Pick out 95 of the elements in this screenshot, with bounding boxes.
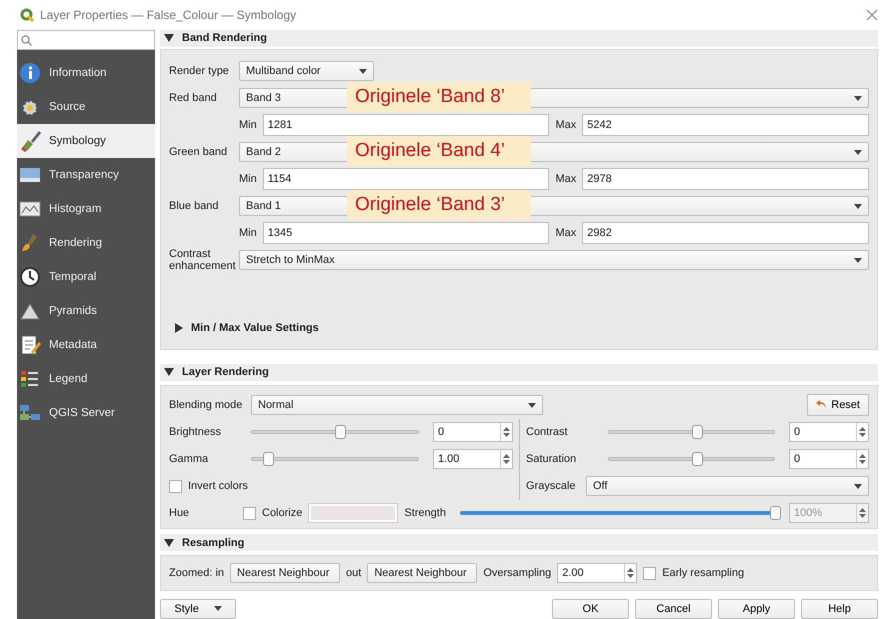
field-label: Strength	[404, 507, 446, 520]
spin-box[interactable]: 0	[433, 422, 513, 442]
min-field[interactable]: 1154	[262, 168, 550, 190]
caret-icon	[854, 484, 862, 489]
spin-box[interactable]: 0	[789, 449, 869, 470]
dialog-button[interactable]: Apply	[718, 598, 795, 619]
brush-icon	[21, 131, 41, 152]
collapse-arrow-icon[interactable]	[164, 34, 174, 42]
invert-colors-checkbox[interactable]: Invert colors	[169, 480, 248, 493]
info-icon	[20, 63, 40, 83]
contrast-dropdown[interactable]: Stretch to MinMax	[239, 250, 869, 270]
section-header[interactable]: Min / Max Value Settings	[175, 322, 869, 334]
dialog-button[interactable]: Cancel	[635, 598, 712, 619]
sidebar-item[interactable]: QGIS Server	[17, 396, 155, 430]
render-type-dropdown[interactable]: Multiband color	[239, 61, 374, 82]
legend-icon	[21, 371, 39, 387]
caret-icon	[214, 606, 222, 612]
search-field[interactable]	[17, 30, 155, 50]
field-label: Gamma	[169, 453, 210, 466]
field-label: Hue	[169, 507, 190, 520]
paintbrush-icon	[22, 234, 37, 251]
field-label: Blending mode	[169, 399, 244, 412]
sidebar-item[interactable]: Legend	[17, 362, 155, 396]
expand-arrow-icon[interactable]	[175, 322, 183, 333]
field-label: Grayscale	[526, 480, 577, 492]
early-resampling-checkbox[interactable]: Early resampling	[643, 566, 744, 580]
min-field[interactable]: 1345	[262, 222, 550, 244]
field-label: Red band	[169, 92, 218, 104]
field-label: Blue band	[169, 200, 220, 212]
style-button[interactable]: Style	[160, 598, 236, 619]
pyramid-icon	[20, 303, 40, 320]
section-header[interactable]: Layer Rendering	[160, 364, 878, 381]
field-label: Zoomed: in	[169, 567, 224, 580]
field-label: Min	[239, 119, 257, 132]
spin-box[interactable]: 0	[789, 422, 869, 442]
raster-layer-icon	[20, 168, 40, 182]
sidebar-item[interactable]: Pyramids	[17, 294, 155, 328]
caret-icon	[854, 150, 862, 155]
field-label: Render type	[169, 65, 230, 78]
dialog-button[interactable]: Help	[801, 598, 878, 619]
zoom-out-dropdown[interactable]: Nearest Neighbour	[367, 563, 478, 584]
sidebar-item[interactable]: Metadata	[17, 328, 155, 362]
window-title: Layer Properties — False_Colour — Symbology	[40, 8, 296, 22]
collapse-arrow-icon[interactable]	[164, 368, 174, 376]
dialog-button[interactable]: OK	[552, 598, 629, 619]
annotation-note: Originele ‘Band 4’	[347, 136, 531, 166]
annotation-note: Originele ‘Band 8’	[347, 82, 531, 112]
max-field[interactable]: 2978	[582, 168, 870, 190]
grayscale-dropdown[interactable]: Off	[586, 476, 869, 496]
caret-icon	[359, 68, 367, 74]
caret-icon	[854, 204, 862, 209]
blending-mode-dropdown[interactable]: Normal	[251, 395, 543, 416]
field-label: Max	[555, 173, 576, 186]
min-field[interactable]: 1281	[262, 114, 550, 136]
field-label: Min	[239, 173, 257, 186]
oversampling-spin-box[interactable]: 2.00	[557, 563, 638, 584]
app-logo-icon	[20, 8, 34, 22]
color-picker[interactable]	[308, 503, 398, 524]
server-icon	[20, 405, 40, 420]
field-label: Max	[555, 119, 576, 132]
section-header[interactable]: Band Rendering	[160, 30, 878, 47]
max-field[interactable]: 2982	[582, 222, 870, 244]
histogram-icon	[20, 202, 40, 216]
caret-icon	[528, 402, 536, 408]
field-label: out	[346, 567, 362, 580]
collapse-arrow-icon[interactable]	[164, 538, 174, 547]
spin-box[interactable]: 1.00	[433, 449, 513, 470]
sidebar-item[interactable]: Transparency	[17, 158, 155, 192]
field-label: Brightness	[169, 426, 222, 438]
gear-icon	[22, 100, 38, 116]
section-header[interactable]: Resampling	[160, 534, 878, 552]
zoom-in-dropdown[interactable]: Nearest Neighbour	[230, 563, 340, 584]
caret-icon	[854, 258, 862, 263]
field-label: Contrast	[526, 426, 569, 438]
field-label: Max	[555, 227, 576, 240]
undo-arrow-icon	[816, 400, 828, 410]
sidebar-item[interactable]: Histogram	[17, 192, 155, 226]
sidebar-item[interactable]: Symbology	[17, 124, 155, 158]
caret-icon	[854, 96, 862, 101]
sidebar-item[interactable]: Source	[17, 90, 155, 124]
max-field[interactable]: 5242	[582, 114, 870, 136]
annotation-note: Originele ‘Band 3’	[347, 190, 531, 220]
field-label: Oversampling	[483, 567, 552, 580]
field-label: Green band	[169, 146, 228, 158]
clock-icon	[20, 267, 40, 287]
field-label: Min	[239, 227, 257, 240]
search-icon	[21, 34, 32, 46]
document-icon	[22, 336, 41, 354]
sidebar-item[interactable]: Temporal	[17, 260, 155, 294]
close-icon[interactable]	[866, 9, 878, 21]
field-label: Saturation	[526, 453, 578, 466]
reset-button[interactable]: Reset	[807, 394, 869, 416]
sidebar-item[interactable]: Information	[17, 56, 155, 90]
sidebar-item[interactable]: Rendering	[17, 226, 155, 260]
colorize-checkbox[interactable]: Colorize	[243, 506, 302, 520]
